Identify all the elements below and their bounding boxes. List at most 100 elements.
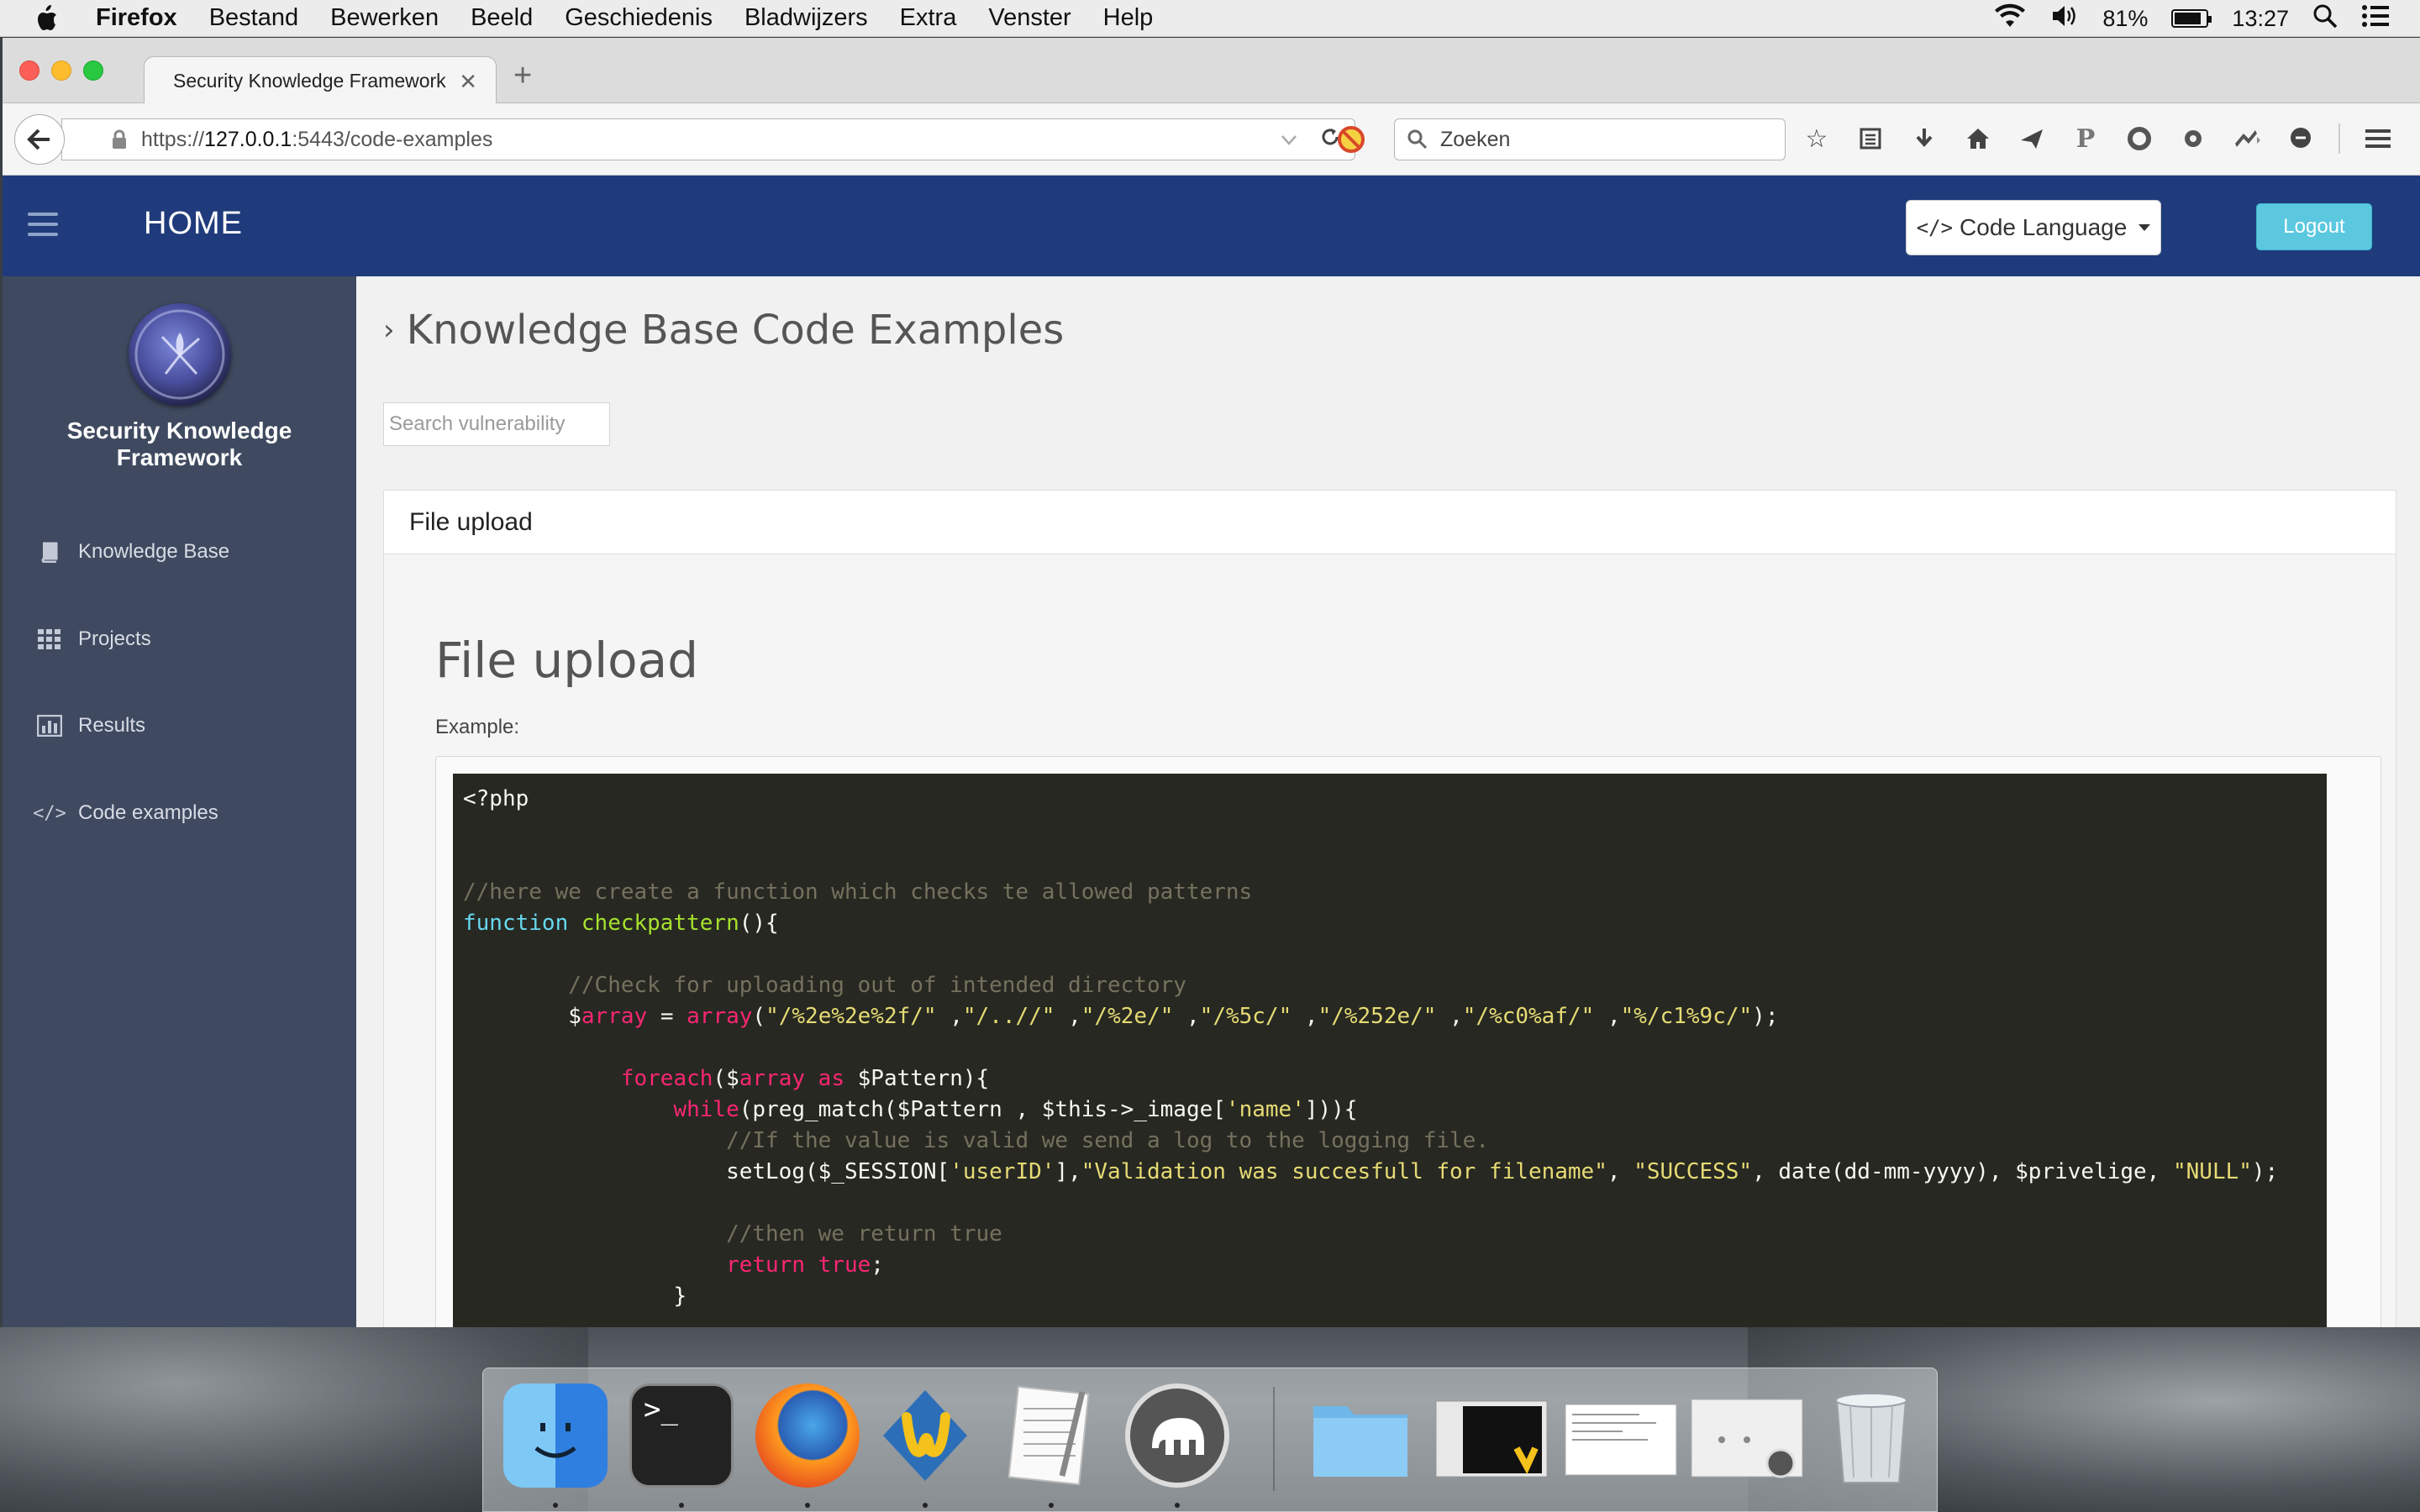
battery-icon[interactable] <box>2171 9 2212 28</box>
trash-icon[interactable] <box>1819 1383 1923 1488</box>
wing-ide-icon[interactable] <box>873 1383 977 1488</box>
web-search-bar[interactable]: Zoeken <box>1394 118 1786 160</box>
home-link[interactable]: HOME <box>144 206 243 242</box>
example-title: File upload <box>435 632 699 689</box>
sidebar: Security Knowledge Framework Knowledge B… <box>3 276 356 1327</box>
macos-menu-bar: Firefox Bestand Bewerken Beeld Geschiede… <box>0 0 2420 37</box>
sidebar-item-projects[interactable]: Projects <box>36 627 151 651</box>
wifi-icon[interactable] <box>1993 3 2027 34</box>
mamp-icon[interactable] <box>1125 1383 1229 1488</box>
extension-ring-icon[interactable] <box>2123 122 2155 155</box>
send-icon[interactable] <box>2016 122 2048 155</box>
panel-heading[interactable]: File upload <box>384 491 2396 554</box>
url-prefix: https:// <box>141 127 205 151</box>
url-dropdown-icon[interactable] <box>1281 128 1297 152</box>
navigation-toolbar: https://127.0.0.1:5443/code-examples Zoe… <box>3 103 2420 176</box>
book-icon <box>36 540 63 564</box>
finder-icon[interactable] <box>503 1383 608 1488</box>
menu-venster[interactable]: Venster <box>988 4 1071 32</box>
menu-extra[interactable]: Extra <box>900 4 957 32</box>
back-arrow-icon <box>27 129 50 150</box>
brand-name: Security Knowledge Framework <box>3 417 356 471</box>
bookmark-star-icon[interactable]: ☆ <box>1801 122 1833 155</box>
chat-bubble-icon[interactable] <box>2285 122 2317 155</box>
menu-app-firefox[interactable]: Firefox <box>96 4 177 32</box>
url-path: :5443/code-examples <box>292 127 493 151</box>
dock-separator <box>1273 1387 1275 1491</box>
extension-puzzle-icon[interactable] <box>2231 122 2263 155</box>
panel-title: File upload <box>409 507 533 536</box>
menu-bewerken[interactable]: Bewerken <box>330 4 439 32</box>
code-example-panel: File upload File upload Example: <?php /… <box>383 490 2396 1327</box>
tab-security-knowledge-framework[interactable]: Security Knowledge Framework ✕ <box>144 56 497 104</box>
example-label: Example: <box>435 716 520 738</box>
caret-down-icon <box>2139 224 2151 231</box>
running-indicator <box>1175 1503 1180 1508</box>
running-indicator <box>923 1503 928 1508</box>
url-bar[interactable]: https://127.0.0.1:5443/code-examples <box>61 118 1355 160</box>
pinterest-p-icon[interactable]: P <box>2070 122 2102 155</box>
brand-line-2: Framework <box>116 444 243 470</box>
firefox-icon[interactable] <box>755 1383 860 1488</box>
menu-bladwijzers[interactable]: Bladwijzers <box>744 4 868 32</box>
mamp-window-preview[interactable] <box>1688 1383 1806 1488</box>
menu-geschiedenis[interactable]: Geschiedenis <box>565 4 713 32</box>
code-icon: </> <box>33 802 66 824</box>
search-vulnerability-input[interactable] <box>383 402 610 446</box>
apple-menu-icon[interactable] <box>34 3 64 34</box>
page-title-text: Knowledge Base Code Examples <box>406 307 1065 354</box>
noscript-icon[interactable] <box>1337 125 1365 154</box>
close-window-button[interactable] <box>19 60 39 81</box>
logout-button[interactable]: Logout <box>2256 203 2372 250</box>
sidebar-item-knowledge-base[interactable]: Knowledge Base <box>36 540 229 564</box>
menu-beeld[interactable]: Beeld <box>471 4 533 32</box>
chevron-right-icon: › <box>383 313 395 347</box>
code-language-label: Code Language <box>1960 214 2128 240</box>
clock[interactable]: 13:27 <box>2232 6 2289 32</box>
sidebar-toggle-icon[interactable] <box>28 213 58 236</box>
terminal-icon[interactable]: >_ <box>629 1383 734 1488</box>
sidebar-item-label: Code examples <box>78 801 218 824</box>
menu-help[interactable]: Help <box>1103 4 1154 32</box>
download-icon[interactable] <box>1908 122 1940 155</box>
running-indicator <box>553 1503 558 1508</box>
textedit-icon[interactable] <box>999 1383 1103 1488</box>
minimize-window-button[interactable] <box>51 60 71 81</box>
code-text: <?php //here we create a function which … <box>463 786 2279 1309</box>
sidebar-item-results[interactable]: Results <box>36 714 145 738</box>
settings-gear-icon[interactable] <box>2177 122 2209 155</box>
folder-icon[interactable] <box>1308 1383 1413 1488</box>
new-tab-button[interactable]: + <box>513 58 532 94</box>
search-icon <box>1407 129 1428 150</box>
owasp-logo[interactable] <box>129 303 231 406</box>
document-preview[interactable] <box>1562 1383 1680 1488</box>
battery-level <box>2175 13 2202 24</box>
dock: >_ <box>482 1368 1938 1512</box>
spotlight-search-icon[interactable] <box>2312 3 2338 34</box>
brand-line-1: Security Knowledge <box>66 417 292 444</box>
lock-icon[interactable] <box>111 129 128 150</box>
reading-list-icon[interactable] <box>1854 122 1886 155</box>
open-menu-icon[interactable] <box>2362 122 2394 155</box>
sidebar-item-label: Results <box>78 714 146 737</box>
back-button[interactable] <box>14 114 65 165</box>
wasp-emblem-icon <box>134 309 225 400</box>
sidebar-item-code-examples[interactable]: </> Code examples <box>33 801 218 825</box>
tab-close-icon[interactable]: ✕ <box>459 69 477 95</box>
pocket-p-icon[interactable]: P <box>2416 122 2420 155</box>
running-indicator <box>805 1503 810 1508</box>
top-navbar: HOME </> Code Language Logout <box>3 176 2420 276</box>
zoom-window-button[interactable] <box>83 60 103 81</box>
home-icon[interactable] <box>1962 122 1994 155</box>
running-indicator <box>1049 1503 1054 1508</box>
sidebar-item-label: Projects <box>78 627 151 650</box>
code-language-dropdown[interactable]: </> Code Language <box>1906 200 2161 255</box>
window-preview[interactable] <box>1433 1383 1550 1488</box>
volume-icon[interactable] <box>2050 3 2079 34</box>
code-block[interactable]: <?php //here we create a function which … <box>453 774 2327 1327</box>
running-indicator <box>679 1503 684 1508</box>
menu-bestand[interactable]: Bestand <box>209 4 298 32</box>
url-host: 127.0.0.1 <box>204 127 292 151</box>
firefox-window: Security Knowledge Framework ✕ + https:/… <box>3 38 2420 1327</box>
notification-center-icon[interactable] <box>2361 4 2390 34</box>
